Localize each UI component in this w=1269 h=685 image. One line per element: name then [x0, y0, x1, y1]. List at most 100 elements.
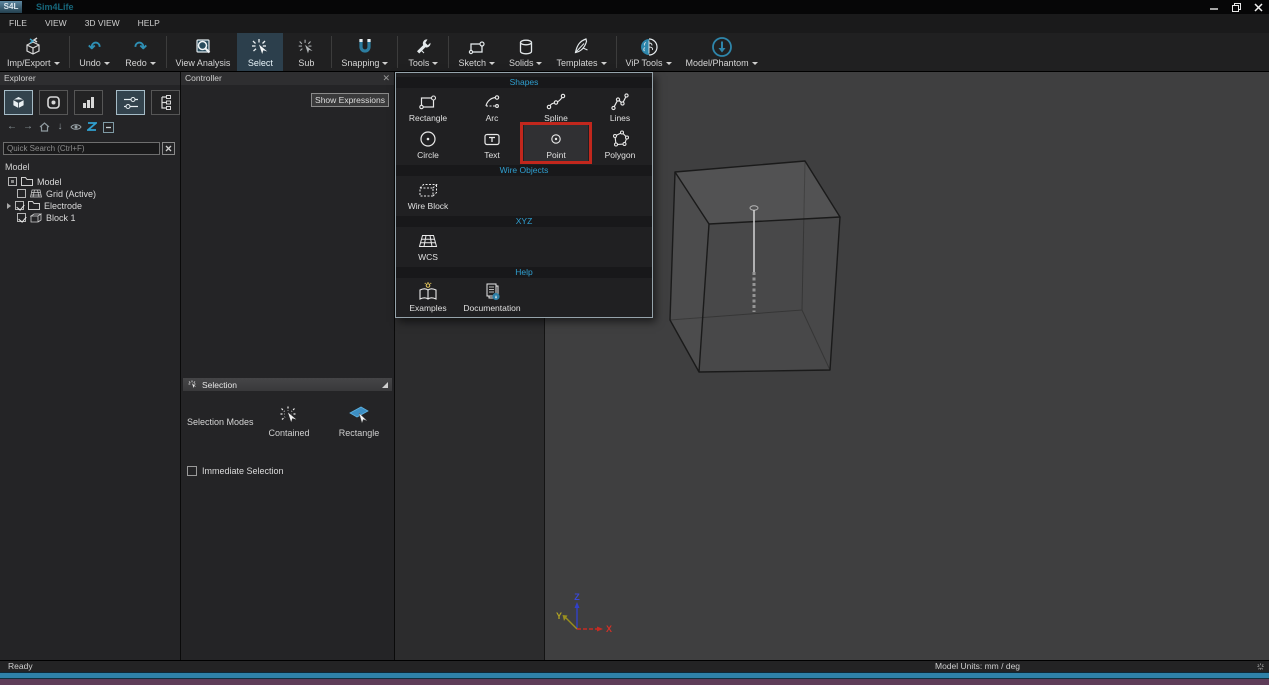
- magnet-icon: [354, 36, 376, 58]
- restore-button[interactable]: [1229, 1, 1243, 13]
- close-icon[interactable]: ✕: [382, 72, 390, 85]
- menu-item-label: Arc: [486, 114, 499, 123]
- menu-view[interactable]: VIEW: [36, 14, 76, 33]
- menu-item-label: Circle: [417, 151, 439, 160]
- select-label: Select: [248, 58, 273, 69]
- sub-select-cursor-icon: [296, 36, 316, 58]
- chevron-down-icon: [752, 62, 758, 65]
- explorer-tab-tree[interactable]: [151, 90, 180, 115]
- snapping-button[interactable]: Snapping: [334, 33, 395, 71]
- home-icon[interactable]: [37, 121, 51, 133]
- menu-item-polygon[interactable]: Polygon: [588, 125, 652, 162]
- resize-grip-icon[interactable]: [1256, 662, 1266, 672]
- axis-x-label: X: [606, 624, 612, 634]
- magnifier-icon: [192, 36, 214, 58]
- select-cursor-icon: [249, 36, 271, 58]
- axis-z-label: Z: [574, 592, 580, 602]
- tree-label: Block 1: [46, 213, 76, 223]
- sketch-dropdown-menu: Shapes Rectangle Arc Spline Lines Cir: [395, 72, 653, 318]
- menu-item-label: Documentation: [463, 304, 520, 313]
- search-input[interactable]: [3, 142, 160, 155]
- menu-item-label: WCS: [418, 253, 438, 262]
- immediate-selection-row[interactable]: Immediate Selection: [187, 466, 284, 476]
- view-analysis-button[interactable]: View Analysis: [169, 33, 238, 71]
- grid-icon: [30, 189, 42, 198]
- checkbox-block1[interactable]: [17, 213, 26, 222]
- down-arrow-icon[interactable]: ↓: [53, 121, 67, 133]
- tree-row-grid[interactable]: Grid (Active): [17, 188, 96, 199]
- collapse-all-icon[interactable]: [101, 121, 115, 133]
- rectangle-mode-button[interactable]: [339, 404, 379, 426]
- show-expressions-button[interactable]: Show Expressions: [311, 93, 389, 107]
- vip-tools-button[interactable]: ViP Tools: [619, 33, 679, 71]
- viewport-3d[interactable]: Z Y X: [545, 72, 1269, 660]
- model-phantom-button[interactable]: Model/Phantom: [679, 33, 765, 71]
- help-section-header: Help: [396, 267, 652, 278]
- menu-item-lines[interactable]: Lines: [588, 88, 652, 125]
- select-button[interactable]: Select: [237, 33, 283, 71]
- rectangle-select-icon: [347, 404, 371, 426]
- sub-select-button[interactable]: Sub: [283, 33, 329, 71]
- checkbox-electrode[interactable]: [15, 201, 24, 210]
- spline-shape-icon: [545, 91, 567, 113]
- status-units-text: Model Units: mm / deg: [935, 661, 1020, 672]
- status-ready-text: Ready: [8, 661, 33, 672]
- sliders-icon: [123, 96, 139, 110]
- menu-file[interactable]: FILE: [0, 14, 36, 33]
- menu-item-spline[interactable]: Spline: [524, 88, 588, 125]
- restore-icon: [1232, 3, 1241, 12]
- menu-help[interactable]: HELP: [129, 14, 169, 33]
- selection-section-header[interactable]: Selection: [183, 378, 392, 391]
- search-clear-button[interactable]: [162, 142, 175, 155]
- chevron-down-icon: [150, 62, 156, 65]
- back-arrow-icon[interactable]: ←: [5, 121, 19, 133]
- sketch-label: Sketch: [458, 58, 486, 69]
- tree-row-model[interactable]: Model: [8, 176, 62, 187]
- explorer-tab-simulations[interactable]: [39, 90, 68, 115]
- eye-icon[interactable]: [69, 121, 83, 133]
- solids-button[interactable]: Solids: [502, 33, 550, 71]
- templates-button[interactable]: Templates: [549, 33, 613, 71]
- menu-item-arc[interactable]: Arc: [460, 88, 524, 125]
- checkbox-grid[interactable]: [17, 189, 26, 198]
- sketch-button[interactable]: Sketch: [451, 33, 502, 71]
- selection-modes-label: Selection Modes: [187, 417, 254, 427]
- immediate-selection-label: Immediate Selection: [202, 466, 284, 476]
- explorer-tab-analysis[interactable]: [74, 90, 103, 115]
- menu-3d-view[interactable]: 3D VIEW: [76, 14, 129, 33]
- menu-item-circle[interactable]: Circle: [396, 125, 460, 162]
- forward-arrow-icon[interactable]: →: [21, 121, 35, 133]
- undo-button[interactable]: ↶ Undo: [72, 33, 118, 71]
- text-shape-icon: [481, 128, 503, 150]
- immediate-selection-checkbox[interactable]: [187, 466, 197, 476]
- menu-item-text[interactable]: Text: [460, 125, 524, 162]
- tools-button[interactable]: Tools: [400, 33, 446, 71]
- menu-item-label: Rectangle: [409, 114, 447, 123]
- explorer-tab-model[interactable]: [4, 90, 33, 115]
- explorer-panel-title: Explorer: [0, 72, 180, 85]
- collapse-triangle-icon[interactable]: [382, 382, 388, 388]
- contained-mode-button[interactable]: [269, 404, 309, 426]
- expander-icon[interactable]: [7, 203, 11, 209]
- toolbar-separator: [616, 36, 617, 68]
- tree-row-block1[interactable]: Block 1: [17, 212, 76, 223]
- zoom-z-icon[interactable]: [85, 121, 99, 133]
- explorer-tab-properties[interactable]: [116, 90, 145, 115]
- menu-item-documentation[interactable]: Documentation: [460, 278, 524, 315]
- tree-label: Electrode: [44, 201, 82, 211]
- menu-item-label: Lines: [610, 114, 630, 123]
- redo-button[interactable]: ↷ Redo: [118, 33, 164, 71]
- minimize-button[interactable]: [1207, 1, 1221, 13]
- undo-label: Undo: [79, 58, 101, 69]
- checkbox-model[interactable]: [8, 177, 17, 186]
- menu-item-rectangle[interactable]: Rectangle: [396, 88, 460, 125]
- menu-item-wire-block[interactable]: Wire Block: [396, 176, 460, 213]
- circle-shape-icon: [417, 128, 439, 150]
- menu-item-examples[interactable]: Examples: [396, 278, 460, 315]
- close-button[interactable]: [1251, 1, 1265, 13]
- impexport-button[interactable]: Imp/Export: [0, 33, 67, 71]
- solids-label: Solids: [509, 58, 534, 69]
- menu-item-wcs[interactable]: WCS: [396, 227, 460, 264]
- menu-item-label: Text: [484, 151, 500, 160]
- tree-row-electrode[interactable]: Electrode: [7, 200, 82, 211]
